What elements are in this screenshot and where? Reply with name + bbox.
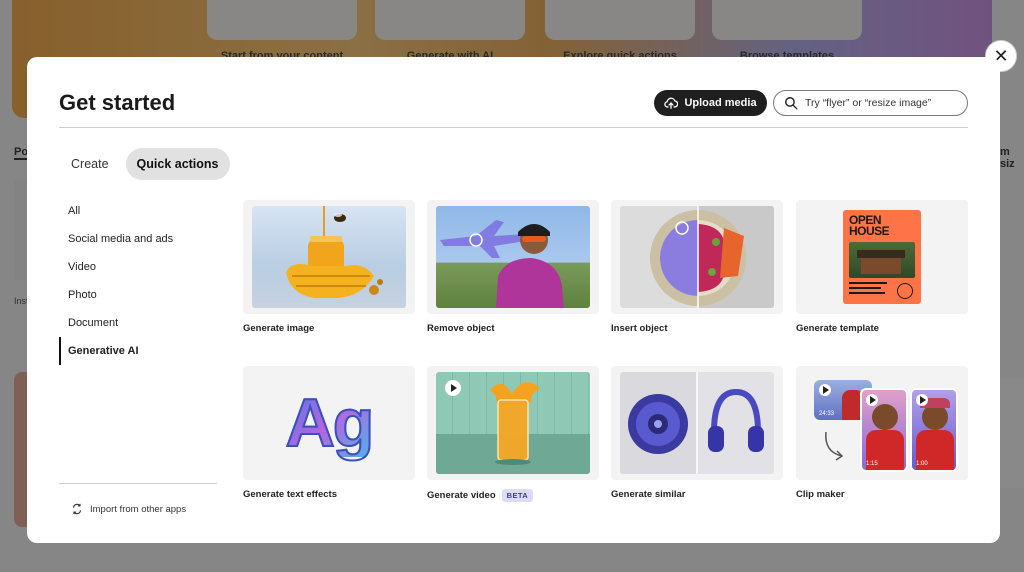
sample-text: Ag bbox=[285, 385, 376, 461]
card-thumbnail-frame: OPEN HOUSE bbox=[796, 200, 968, 314]
card-label: Insert object bbox=[611, 323, 783, 334]
play-icon bbox=[445, 380, 461, 396]
play-icon bbox=[819, 384, 831, 396]
card-label-text: Insert object bbox=[611, 323, 668, 334]
card-label-text: Generate text effects bbox=[243, 489, 337, 500]
quick-action-card-clip-maker[interactable]: 24:33 1:15 1:00 Clip maker bbox=[796, 366, 968, 500]
card-label: Generate image bbox=[243, 323, 415, 334]
text-effects-thumbnail: Ag bbox=[252, 372, 406, 474]
beta-badge: BETA bbox=[501, 489, 534, 502]
clip-maker-thumbnail: 24:33 1:15 1:00 bbox=[802, 370, 962, 476]
card-label: Generate video BETA bbox=[427, 489, 599, 502]
quick-action-card-generate-video[interactable]: Generate video BETA bbox=[427, 366, 599, 502]
clip-frame-2: 1:15 bbox=[860, 388, 908, 472]
card-label-text: Generate image bbox=[243, 323, 315, 334]
play-icon bbox=[916, 394, 928, 406]
card-label: Generate text effects bbox=[243, 489, 415, 500]
card-label: Generate template bbox=[796, 323, 968, 334]
card-label: Remove object bbox=[427, 323, 599, 334]
tab-quick-actions[interactable]: Quick actions bbox=[125, 148, 230, 180]
card-label-text: Remove object bbox=[427, 323, 495, 334]
card-thumbnail-frame bbox=[427, 200, 599, 314]
header-divider bbox=[59, 127, 968, 128]
clip-timestamp: 1:15 bbox=[866, 461, 878, 467]
category-sidebar: All Social media and ads Video Photo Doc… bbox=[59, 197, 217, 365]
import-icon bbox=[73, 503, 81, 515]
curved-arrow-icon bbox=[825, 431, 844, 461]
cyclist-thumbnail bbox=[436, 206, 590, 308]
clip-timestamp: 24:33 bbox=[819, 411, 835, 417]
tab-create[interactable]: Create bbox=[60, 148, 120, 180]
cloud-upload-icon bbox=[664, 97, 679, 109]
card-thumbnail-frame: 24:33 1:15 1:00 bbox=[796, 366, 968, 480]
juice-splash-thumbnail bbox=[436, 372, 590, 474]
card-thumbnail-frame bbox=[427, 366, 599, 480]
open-house-poster-thumbnail: OPEN HOUSE bbox=[843, 210, 921, 304]
get-started-dialog: Get started Upload media Create Quick ac… bbox=[27, 57, 1000, 543]
import-label: Import from other apps bbox=[90, 503, 187, 515]
search-box[interactable] bbox=[773, 90, 968, 116]
card-thumbnail-frame: Ag bbox=[243, 366, 415, 480]
upload-media-button[interactable]: Upload media bbox=[654, 90, 767, 116]
card-thumbnail-frame bbox=[611, 200, 783, 314]
quick-action-card-insert-object[interactable]: Insert object bbox=[611, 200, 783, 334]
dialog-tabs: Create Quick actions bbox=[60, 148, 230, 180]
quick-action-card-remove-object[interactable]: Remove object bbox=[427, 200, 599, 334]
clip-frame-3: 1:00 bbox=[910, 388, 958, 472]
dialog-title: Get started bbox=[59, 90, 176, 115]
sidebar-item-photo[interactable]: Photo bbox=[59, 281, 217, 309]
honey-jar-thumbnail bbox=[252, 206, 406, 308]
card-label: Clip maker bbox=[796, 489, 968, 500]
sidebar-item-video[interactable]: Video bbox=[59, 253, 217, 281]
plate-thumbnail bbox=[620, 206, 774, 308]
card-label-text: Clip maker bbox=[796, 489, 845, 500]
upload-media-label: Upload media bbox=[684, 97, 757, 109]
poster-title: OPEN HOUSE bbox=[849, 213, 890, 238]
card-label: Generate similar bbox=[611, 489, 783, 500]
house-image bbox=[849, 242, 915, 278]
headphones-thumbnail bbox=[620, 372, 774, 474]
import-from-other-apps-link[interactable]: Import from other apps bbox=[71, 503, 186, 515]
clip-timestamp: 1:00 bbox=[916, 461, 928, 467]
quick-action-card-generate-template[interactable]: OPEN HOUSE Generate template bbox=[796, 200, 968, 334]
quick-action-card-generate-image[interactable]: Generate image bbox=[243, 200, 415, 334]
quick-action-card-generate-text-effects[interactable]: Ag Generate text effects bbox=[243, 366, 415, 500]
sidebar-item-document[interactable]: Document bbox=[59, 309, 217, 337]
sidebar-item-generative-ai[interactable]: Generative AI bbox=[59, 337, 217, 365]
card-label-text: Generate similar bbox=[611, 489, 686, 500]
sidebar-divider bbox=[59, 483, 217, 484]
card-label-text: Generate template bbox=[796, 323, 879, 334]
search-input[interactable] bbox=[805, 97, 955, 109]
sidebar-item-all[interactable]: All bbox=[59, 197, 217, 225]
play-icon bbox=[866, 394, 878, 406]
card-thumbnail-frame bbox=[243, 200, 415, 314]
quick-action-card-generate-similar[interactable]: Generate similar bbox=[611, 366, 783, 500]
search-icon bbox=[785, 97, 798, 110]
card-thumbnail-frame bbox=[611, 366, 783, 480]
card-label-text: Generate video bbox=[427, 490, 496, 501]
sidebar-item-social-media-and-ads[interactable]: Social media and ads bbox=[59, 225, 217, 253]
